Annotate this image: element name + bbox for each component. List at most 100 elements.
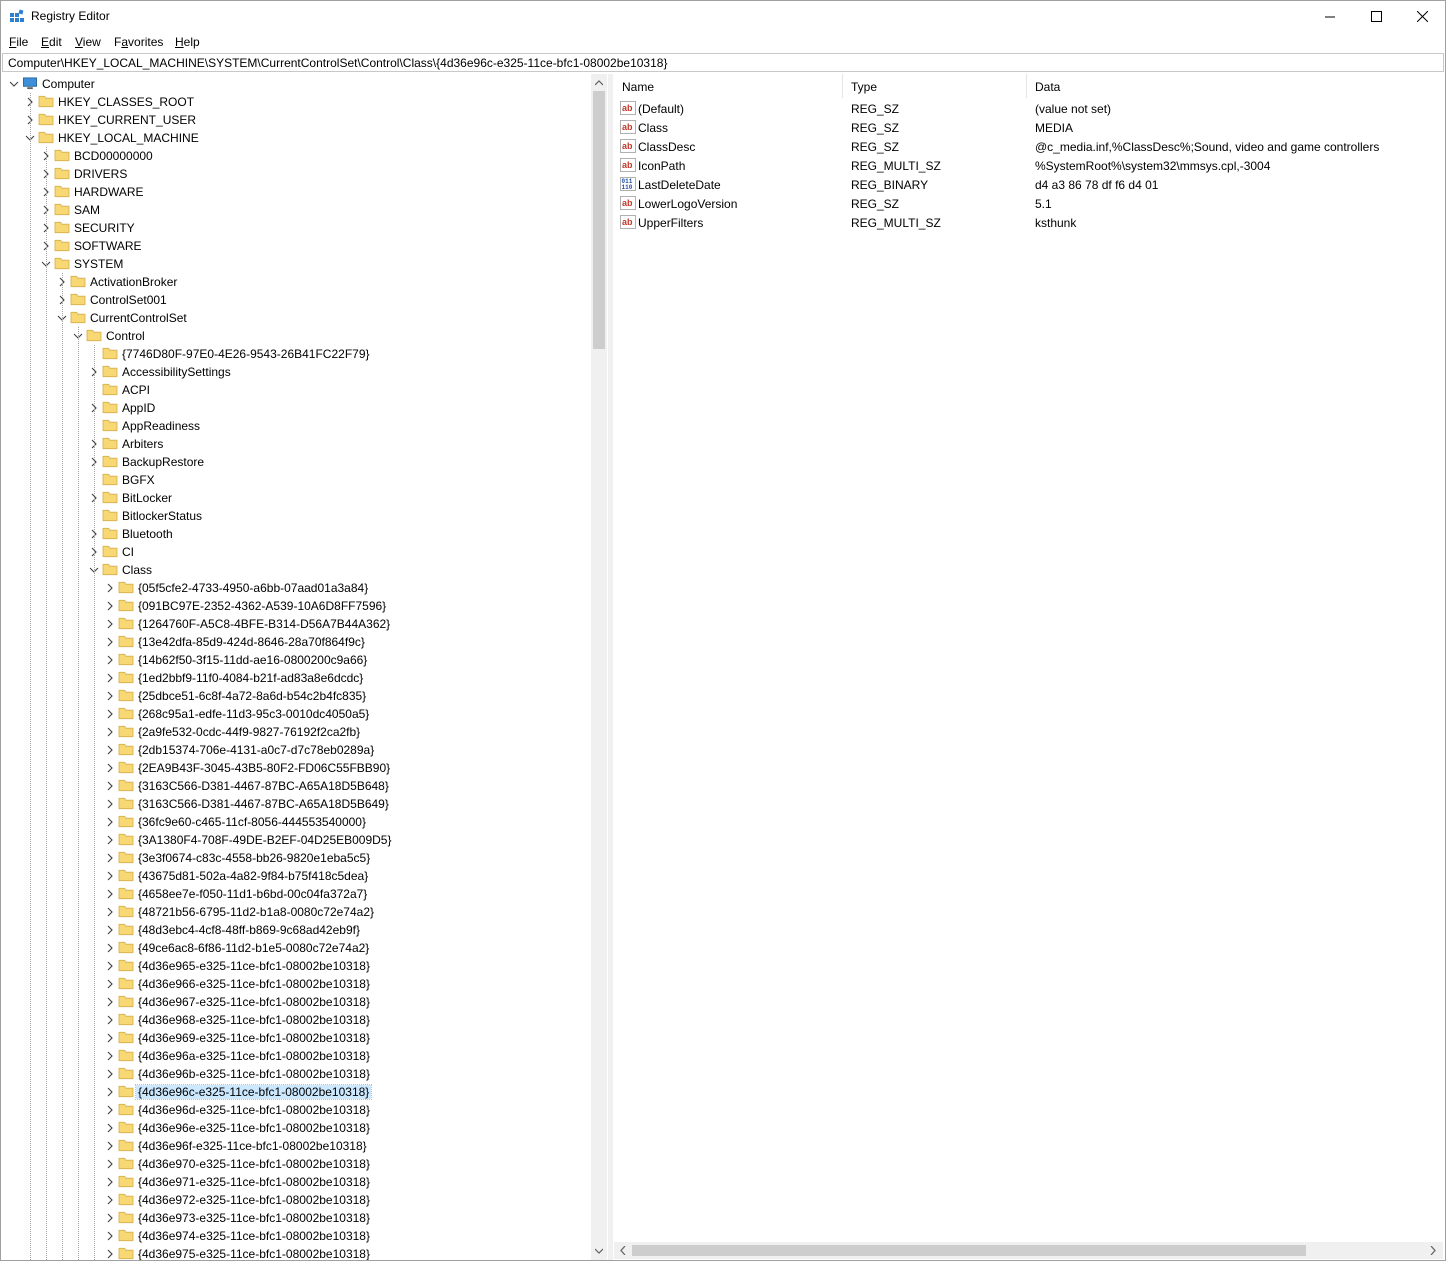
expand-chevron-icon[interactable] [105,961,115,971]
tree-node-label[interactable]: {48d3ebc4-4cf8-48ff-b869-9c68ad42eb9f} [136,923,362,937]
tree-node[interactable]: {7746D80F-97E0-4E26-9543-26B41FC22F79} [1,345,591,363]
tree-node[interactable]: SYSTEM [1,255,591,273]
title-bar[interactable]: Registry Editor [1,1,1445,32]
menu-view[interactable]: View [75,35,101,49]
tree-node[interactable]: {36fc9e60-c465-11cf-8056-444553540000} [1,813,591,831]
tree-node-label[interactable]: BitlockerStatus [120,509,204,523]
tree-node[interactable]: {4d36e96c-e325-11ce-bfc1-08002be10318} [1,1083,591,1101]
expand-chevron-icon[interactable] [105,1195,115,1205]
expand-chevron-icon[interactable] [105,709,115,719]
tree-node-label[interactable]: {2db15374-706e-4131-a0c7-d7c78eb0289a} [136,743,376,757]
tree-node-label[interactable]: {36fc9e60-c465-11cf-8056-444553540000} [136,815,368,829]
tree-node-label[interactable]: CI [120,545,136,559]
collapse-chevron-icon[interactable] [9,79,19,89]
expand-chevron-icon[interactable] [105,889,115,899]
tree-node[interactable]: {4d36e973-e325-11ce-bfc1-08002be10318} [1,1209,591,1227]
tree-node[interactable]: {4d36e971-e325-11ce-bfc1-08002be10318} [1,1173,591,1191]
tree-node[interactable]: {4d36e966-e325-11ce-bfc1-08002be10318} [1,975,591,993]
tree-node-label[interactable]: SECURITY [72,221,137,235]
tree-node[interactable]: Control [1,327,591,345]
scroll-down-arrow-icon[interactable] [595,1247,603,1255]
tree-node[interactable]: {4d36e967-e325-11ce-bfc1-08002be10318} [1,993,591,1011]
tree-node-label[interactable]: {1264760F-A5C8-4BFE-B314-D56A7B44A362} [136,617,392,631]
tree-node-label[interactable]: {4d36e96d-e325-11ce-bfc1-08002be10318} [136,1103,372,1117]
minimize-button[interactable] [1307,1,1353,32]
tree-node-label[interactable]: ActivationBroker [88,275,179,289]
tree-node[interactable]: {48d3ebc4-4cf8-48ff-b869-9c68ad42eb9f} [1,921,591,939]
tree-node-label[interactable]: {3A1380F4-708F-49DE-B2EF-04D25EB009D5} [136,833,394,847]
expand-chevron-icon[interactable] [105,1087,115,1097]
tree-node[interactable]: BCD00000000 [1,147,591,165]
tree-node[interactable]: {091BC97E-2352-4362-A539-10A6D8FF7596} [1,597,591,615]
tree-node-label[interactable]: HKEY_CURRENT_USER [56,113,198,127]
tree-node-label[interactable]: {4d36e970-e325-11ce-bfc1-08002be10318} [136,1157,372,1171]
tree-node-label[interactable]: ControlSet001 [88,293,169,307]
tree-node-label[interactable]: AccessibilitySettings [120,365,233,379]
tree-node-label[interactable]: {48721b56-6795-11d2-b1a8-0080c72e74a2} [136,905,376,919]
tree-node[interactable]: {4d36e96a-e325-11ce-bfc1-08002be10318} [1,1047,591,1065]
expand-chevron-icon[interactable] [105,925,115,935]
tree-node-label[interactable]: Control [104,329,147,343]
tree-node-label[interactable]: {4658ee7e-f050-11d1-b6bd-00c04fa372a7} [136,887,369,901]
expand-chevron-icon[interactable] [105,1177,115,1187]
expand-chevron-icon[interactable] [105,943,115,953]
menu-edit[interactable]: Edit [41,35,62,49]
scroll-left-arrow-icon[interactable] [619,1246,627,1255]
tree-node[interactable]: {4d36e970-e325-11ce-bfc1-08002be10318} [1,1155,591,1173]
expand-chevron-icon[interactable] [105,1033,115,1043]
tree-node[interactable]: {4d36e975-e325-11ce-bfc1-08002be10318} [1,1245,591,1260]
tree-node-label[interactable]: CurrentControlSet [88,311,189,325]
tree-node[interactable]: AccessibilitySettings [1,363,591,381]
tree-node-label[interactable]: BackupRestore [120,455,206,469]
tree-node-label[interactable]: {3163C566-D381-4467-87BC-A65A18D5B648} [136,779,391,793]
tree-node-label[interactable]: BGFX [120,473,157,487]
tree-node-label[interactable]: {4d36e971-e325-11ce-bfc1-08002be10318} [136,1175,372,1189]
expand-chevron-icon[interactable] [105,1105,115,1115]
tree-node-label[interactable]: BitLocker [120,491,174,505]
tree-node[interactable]: {4658ee7e-f050-11d1-b6bd-00c04fa372a7} [1,885,591,903]
tree-node[interactable]: ControlSet001 [1,291,591,309]
pane-splitter[interactable] [608,74,613,1260]
expand-chevron-icon[interactable] [105,835,115,845]
scroll-up-arrow-icon[interactable] [595,79,603,87]
tree-node-label[interactable]: {4d36e966-e325-11ce-bfc1-08002be10318} [136,977,372,991]
expand-chevron-icon[interactable] [105,745,115,755]
tree-node-label[interactable]: {4d36e96c-e325-11ce-bfc1-08002be10318} [134,1084,373,1100]
menu-file[interactable]: File [9,35,28,49]
tree-node-label[interactable]: Computer [40,77,97,91]
tree-node[interactable]: {4d36e969-e325-11ce-bfc1-08002be10318} [1,1029,591,1047]
tree-node[interactable]: {4d36e972-e325-11ce-bfc1-08002be10318} [1,1191,591,1209]
tree-node[interactable]: CurrentControlSet [1,309,591,327]
tree-node-label[interactable]: {268c95a1-edfe-11d3-95c3-0010dc4050a5} [136,707,371,721]
expand-chevron-icon[interactable] [105,781,115,791]
tree-node[interactable]: BGFX [1,471,591,489]
tree-vertical-scrollbar[interactable] [591,74,607,1260]
expand-chevron-icon[interactable] [105,1141,115,1151]
tree-node-label[interactable]: {4d36e96e-e325-11ce-bfc1-08002be10318} [136,1121,372,1135]
scroll-right-arrow-icon[interactable] [1429,1246,1437,1255]
expand-chevron-icon[interactable] [105,727,115,737]
expand-chevron-icon[interactable] [105,871,115,881]
value-row[interactable]: 011 110 LastDeleteDate REG_BINARY d4 a3 86 7… [614,175,1443,194]
expand-chevron-icon[interactable] [105,1249,115,1259]
value-row[interactable]: ab UpperFilters REG_MULTI_SZ ksthunk [614,213,1443,232]
tree-node[interactable]: {2db15374-706e-4131-a0c7-d7c78eb0289a} [1,741,591,759]
tree-node-label[interactable]: HARDWARE [72,185,146,199]
tree-node-label[interactable]: {4d36e968-e325-11ce-bfc1-08002be10318} [136,1013,372,1027]
column-header-data[interactable]: Data [1027,74,1442,98]
tree-node-label[interactable]: SOFTWARE [72,239,144,253]
tree-node[interactable]: SAM [1,201,591,219]
expand-chevron-icon[interactable] [105,601,115,611]
value-list-pane[interactable]: Name Type Data ab (Default) REG_SZ (value n… [614,74,1443,1260]
tree-node-label[interactable]: HKEY_LOCAL_MACHINE [56,131,201,145]
tree-node[interactable]: BitlockerStatus [1,507,591,525]
tree-node[interactable]: {49ce6ac8-6f86-11d2-b1e5-0080c72e74a2} [1,939,591,957]
tree-node-label[interactable]: {4d36e975-e325-11ce-bfc1-08002be10318} [136,1247,372,1260]
tree-node[interactable]: {2EA9B43F-3045-43B5-80F2-FD06C55FBB90} [1,759,591,777]
menu-help[interactable]: Help [175,35,200,49]
tree-node[interactable]: {3163C566-D381-4467-87BC-A65A18D5B649} [1,795,591,813]
value-row[interactable]: ab ClassDesc REG_SZ @c_media.inf,%ClassDesc… [614,137,1443,156]
list-horizontal-scrollbar[interactable] [614,1242,1443,1259]
tree-node-label[interactable]: {4d36e969-e325-11ce-bfc1-08002be10318} [136,1031,372,1045]
expand-chevron-icon[interactable] [105,979,115,989]
